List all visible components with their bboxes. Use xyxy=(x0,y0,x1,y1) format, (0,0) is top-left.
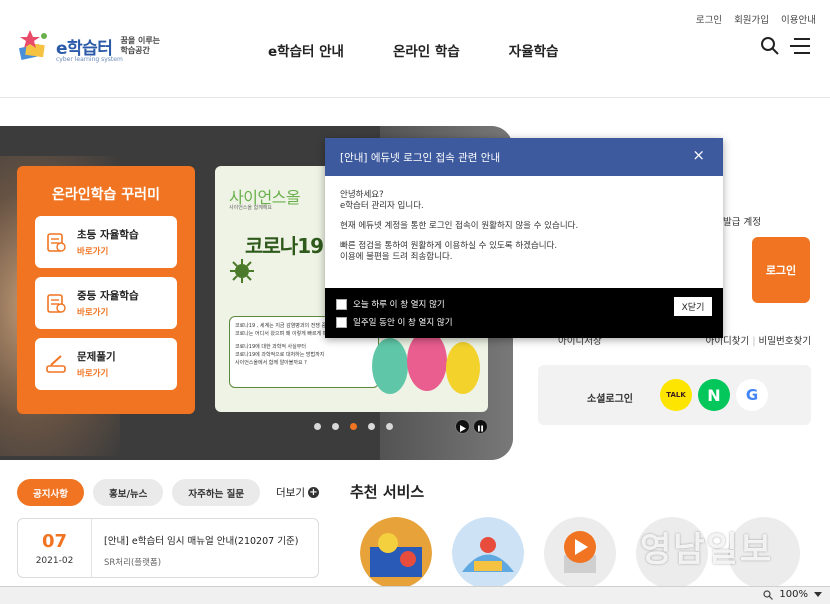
tab-news[interactable]: 홍보/뉴스 xyxy=(92,479,164,506)
learning-package-title: 온라인학습 꾸러미 xyxy=(52,187,160,203)
dont-show-today-checkbox[interactable]: 오늘 하루 이 창 열지 않기 xyxy=(336,298,445,310)
quick-link-title: 중등 자율학습 xyxy=(77,290,139,302)
dont-show-week-checkbox[interactable]: 일주일 동안 이 창 열지 않기 xyxy=(336,316,453,328)
logo-subtitle: cyber learning system xyxy=(56,56,123,63)
pause-icon xyxy=(478,425,483,432)
banner-brand-sub: 사이언스올 함께해요 xyxy=(229,205,272,211)
slide-dot[interactable] xyxy=(332,423,339,430)
logo-mark-icon xyxy=(16,28,52,64)
recommend-service-3[interactable] xyxy=(544,517,616,589)
google-icon: G xyxy=(745,386,759,404)
slide-dot-active[interactable] xyxy=(350,423,357,430)
login-button[interactable]: 로그인 xyxy=(752,237,810,303)
nav-item-guide[interactable]: e학습터 안내 xyxy=(268,40,344,60)
notice-day: 07 xyxy=(41,530,68,552)
notice-writer: SR처리(플랫폼) xyxy=(104,558,162,568)
chevron-down-icon xyxy=(814,591,822,597)
zoom-icon xyxy=(763,589,774,600)
quick-link-problems[interactable]: 문제풀기 바로가기 xyxy=(35,338,177,390)
utility-links: 로그인 회원가입 이용안내 xyxy=(696,12,816,26)
tab-faq[interactable]: 자주하는 질문 xyxy=(172,479,261,506)
recommend-title: 추천 서비스 xyxy=(350,483,425,501)
site-logo[interactable]: e학습터 cyber learning system 꿈을 이루는 학습공간 xyxy=(16,28,160,64)
notice-tabs: 공지사항 홍보/뉴스 자주하는 질문 xyxy=(17,479,261,506)
popup-footer: 오늘 하루 이 창 열지 않기 일주일 동안 이 창 열지 않기 X닫기 xyxy=(325,288,723,338)
nav-item-self-study[interactable]: 자율학습 xyxy=(509,40,559,60)
checkbox[interactable] xyxy=(336,298,347,310)
recommend-service-1[interactable] xyxy=(360,517,432,589)
recommend-service-2[interactable] xyxy=(452,517,524,589)
close-icon[interactable]: × xyxy=(692,146,705,164)
account-label: 발급 계정 xyxy=(723,217,761,228)
notice-item[interactable]: 07 2021-02 [안내] e학습터 임시 매뉴얼 안내(210207 기준… xyxy=(17,518,319,578)
popup-close-button[interactable]: X닫기 xyxy=(674,297,712,316)
pencil-icon xyxy=(46,355,66,373)
menu-icon[interactable] xyxy=(790,37,810,55)
browser-status-bar: 100% xyxy=(0,586,830,604)
popup-title: [안내] 에듀넷 로그인 접속 관련 안내 xyxy=(340,151,501,164)
popup-header: [안내] 에듀넷 로그인 접속 관련 안내 × xyxy=(325,138,723,176)
notice-title: [안내] e학습터 임시 매뉴얼 안내(210207 기준) xyxy=(104,536,299,547)
learning-package-box: 온라인학습 꾸러미 초등 자율학습 바로가기 중등 자율학습 바로가기 문제풀기… xyxy=(17,166,195,414)
quick-link-title: 초등 자율학습 xyxy=(77,229,139,241)
notice-year-month: 2021-02 xyxy=(35,555,74,566)
service-thumbnail xyxy=(452,517,524,589)
tab-notice[interactable]: 공지사항 xyxy=(17,479,84,506)
social-login-label: 소셜로그인 xyxy=(587,394,633,405)
popup-body: 안녕하세요? e학습터 관리자 입니다. 현재 에듀넷 계정을 통한 로그인 접… xyxy=(340,190,579,262)
signup-link[interactable]: 회원가입 xyxy=(734,12,769,26)
quick-link-sub: 바로가기 xyxy=(77,369,109,379)
google-login-button[interactable]: G xyxy=(736,379,768,411)
naver-icon: N xyxy=(707,385,721,405)
virus-icon xyxy=(230,259,254,283)
slide-dot[interactable] xyxy=(368,423,375,430)
quick-link-sub: 바로가기 xyxy=(77,308,109,318)
quick-link-sub: 바로가기 xyxy=(77,247,109,257)
video-book-icon xyxy=(564,531,596,573)
logo-text: e학습터 xyxy=(56,38,113,59)
page: 로그인 회원가입 이용안내 e학습터 cyber learning system… xyxy=(0,0,830,604)
social-login-panel: 소셜로그인 TALK N G xyxy=(538,365,811,425)
slide-dot[interactable] xyxy=(386,423,393,430)
checkbox[interactable] xyxy=(336,316,347,328)
plus-icon: + xyxy=(307,487,319,498)
zoom-control[interactable]: 100% xyxy=(763,589,822,600)
nav-item-online-learning[interactable]: 온라인 학습 xyxy=(393,40,460,60)
header-icons xyxy=(760,36,810,56)
find-password-link[interactable]: 비밀번호찾기 xyxy=(759,336,811,347)
search-icon[interactable] xyxy=(760,36,780,56)
watermark: 영남일보 xyxy=(640,530,774,570)
kakao-icon: TALK xyxy=(666,391,686,399)
naver-login-button[interactable]: N xyxy=(698,379,730,411)
logo-slogan: 꿈을 이루는 학습공간 xyxy=(120,36,161,55)
main-nav: e학습터 안내 온라인 학습 자율학습 xyxy=(268,40,558,60)
service-thumbnail xyxy=(360,517,432,589)
quick-link-title: 문제풀기 xyxy=(77,351,116,363)
pause-button[interactable] xyxy=(473,419,488,434)
more-link[interactable]: 더보기 + xyxy=(276,485,319,500)
play-icon xyxy=(460,425,466,432)
play-button[interactable] xyxy=(455,419,470,434)
site-header: 로그인 회원가입 이용안내 e학습터 cyber learning system… xyxy=(0,0,830,98)
notice-date: 07 2021-02 xyxy=(18,519,92,577)
notice-popup: [안내] 에듀넷 로그인 접속 관련 안내 × 안녕하세요? e학습터 관리자 … xyxy=(325,138,723,338)
book-icon xyxy=(47,233,66,252)
guide-link[interactable]: 이용안내 xyxy=(781,12,816,26)
slide-indicators xyxy=(314,423,393,430)
login-link[interactable]: 로그인 xyxy=(696,12,722,26)
kakao-login-button[interactable]: TALK xyxy=(660,379,692,411)
book-icon xyxy=(47,294,66,313)
slide-dot[interactable] xyxy=(314,423,321,430)
quick-link-elementary[interactable]: 초등 자율학습 바로가기 xyxy=(35,216,177,268)
quick-link-middle[interactable]: 중등 자율학습 바로가기 xyxy=(35,277,177,329)
zoom-level: 100% xyxy=(779,589,808,600)
